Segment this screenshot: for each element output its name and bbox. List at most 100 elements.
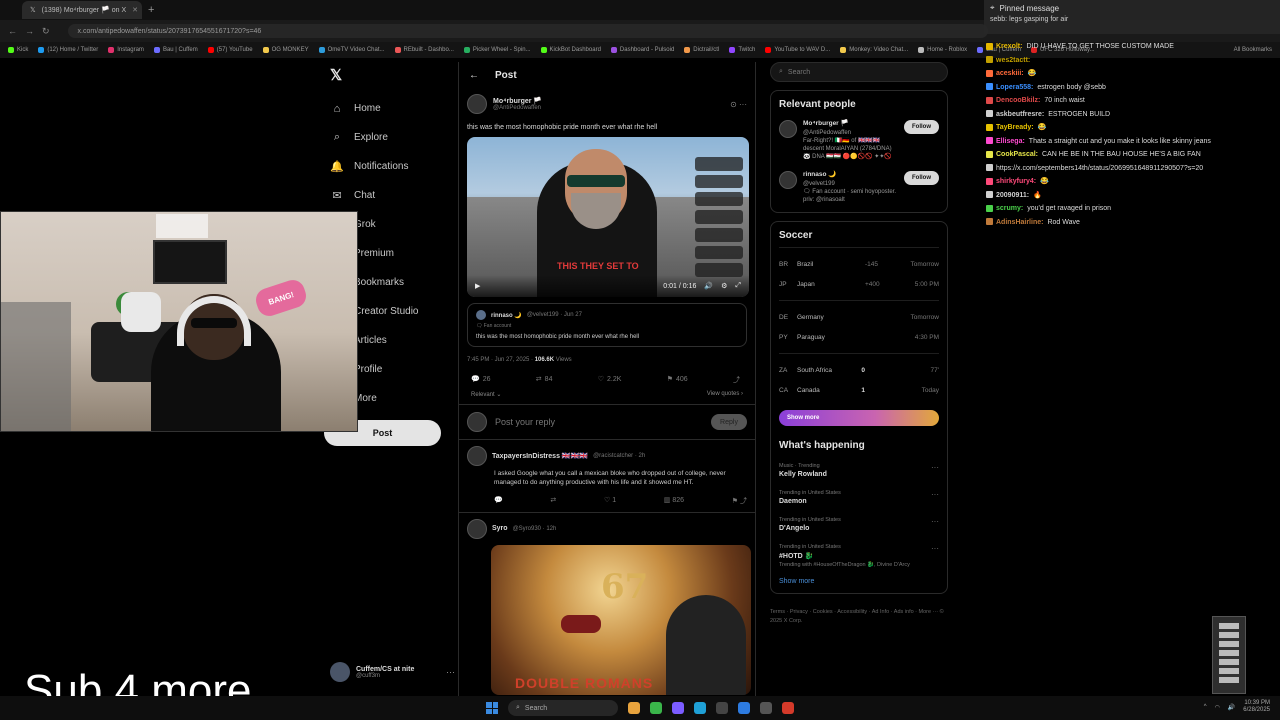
reply-action-button[interactable]: ♡ 1: [604, 496, 616, 506]
avatar[interactable]: [779, 120, 797, 138]
trend-item[interactable]: Trending in United States #HOTD 🐉 Trending…: [779, 544, 939, 568]
show-more-link[interactable]: Show more: [779, 578, 939, 585]
settings-icon[interactable]: ⚙: [721, 282, 727, 290]
bookmark-item[interactable]: Picker Wheel - Spin...: [463, 47, 531, 53]
reply-tweet[interactable]: TaxpayersInDistress 🇬🇧🇬🇧🇬🇧 @racistcatche…: [459, 440, 755, 513]
quoted-tweet[interactable]: rinnaso 🌙 @velvet199 · Jun 27 🗨 Fan acco…: [467, 303, 747, 347]
close-icon[interactable]: ✕: [132, 6, 138, 14]
new-tab-button[interactable]: +: [148, 4, 154, 16]
reply-author[interactable]: Syro: [492, 525, 508, 532]
reply-author[interactable]: TaxpayersInDistress 🇬🇧🇬🇧🇬🇧: [492, 452, 588, 460]
play-icon[interactable]: ▶: [475, 282, 480, 290]
obs-icon[interactable]: [782, 702, 794, 714]
reply-action-button[interactable]: ▥ 826: [664, 496, 684, 506]
person-handle[interactable]: @velvet199: [803, 180, 898, 188]
bookmark-item[interactable]: Instagram: [108, 47, 144, 53]
wifi-icon[interactable]: ◠: [1215, 704, 1220, 711]
discord-icon[interactable]: [672, 702, 684, 714]
bookmark-item[interactable]: Dictrail/ctl: [684, 47, 719, 53]
repost-button[interactable]: ⇄ 84: [536, 375, 553, 385]
video-player[interactable]: THIS THEY SET TO ▶ 0:01 / 0:16 🔊 ⚙ ⤢: [467, 137, 749, 297]
chat-username[interactable]: DencooBkilz:: [996, 97, 1040, 104]
chat-username[interactable]: 20090911:: [996, 192, 1029, 199]
chat-username[interactable]: AdinsHairline:: [996, 219, 1043, 226]
back-arrow-icon[interactable]: ←: [469, 70, 479, 81]
trend-item[interactable]: Trending in United States Daemon ···: [779, 490, 939, 505]
reply-handle[interactable]: @Syro930 · 12h: [513, 526, 557, 532]
more-dots-icon[interactable]: ···: [931, 544, 939, 568]
bookmark-item[interactable]: OG MONKEY: [262, 47, 309, 53]
author-handle[interactable]: @AntiPedowaffen: [493, 105, 542, 111]
footer-links[interactable]: Terms · Privacy · Cookies · Accessibilit…: [770, 608, 948, 626]
more-dots-icon[interactable]: ⊙ ···: [730, 100, 747, 109]
chat-username[interactable]: Krexolt:: [996, 43, 1022, 50]
avatar[interactable]: [779, 171, 797, 190]
clock[interactable]: 10:39 PM 6/28/2025: [1243, 700, 1270, 714]
bookmark-item[interactable]: Kick: [8, 47, 28, 53]
trend-item[interactable]: Trending in United States D'Angelo ···: [779, 517, 939, 532]
nav-item-notifications[interactable]: 🔔 Notifications: [330, 152, 460, 181]
windows-start-icon[interactable]: [486, 702, 498, 714]
bookmark-item[interactable]: Dashboard - Pulsoid: [610, 47, 674, 53]
app-icon[interactable]: [738, 702, 750, 714]
bookmark-item[interactable]: (57) YouTube: [207, 47, 253, 53]
person-handle[interactable]: @AntiPedowaffen: [803, 129, 898, 137]
sort-replies-dropdown[interactable]: Relevant ⌄: [471, 391, 501, 398]
chat-username[interactable]: shirkyfury4:: [996, 178, 1036, 185]
person-name[interactable]: Mo⁴rburger 🏳️: [803, 120, 898, 129]
back-arrow-icon[interactable]: ←: [8, 26, 17, 36]
search-input[interactable]: ⌕ Search: [770, 62, 948, 82]
settings-icon[interactable]: [760, 702, 772, 714]
tweet-image[interactable]: 67 DOUBLE ROMANS: [491, 544, 751, 695]
account-switcher[interactable]: Cuffem/CS at nite @cuff3m ···: [330, 662, 455, 682]
reply-action-button[interactable]: ⚑ ⤴: [732, 496, 747, 506]
x-logo-icon[interactable]: 𝕏: [330, 66, 342, 84]
volume-icon[interactable]: 🔊: [1228, 704, 1235, 711]
url-field[interactable]: x.com/antipedowaffen/status/207391765455…: [67, 24, 988, 38]
author-name[interactable]: Mo⁴rburger 🏳️: [493, 97, 542, 105]
bookmark-item[interactable]: REbuilt - Dashbo...: [394, 47, 454, 53]
follow-button[interactable]: Follow: [904, 120, 939, 134]
reload-icon[interactable]: ↻: [42, 26, 50, 37]
reply-button[interactable]: Reply: [711, 414, 747, 430]
chat-username[interactable]: Ellisega:: [996, 138, 1025, 145]
match-item[interactable]: DE Germany Tomorrow PY Paraguay 4:30 PM: [779, 300, 939, 347]
reply-handle[interactable]: @racistcatcher · 2h: [593, 453, 645, 459]
taskbar-search[interactable]: ⌕ Search: [508, 700, 618, 716]
bookmark-item[interactable]: KickBot Dashboard: [540, 47, 601, 53]
nav-item-chat[interactable]: ✉ Chat: [330, 181, 460, 210]
view-quotes-link[interactable]: View quotes ›: [707, 391, 743, 398]
more-dots-icon[interactable]: ···: [931, 490, 939, 505]
volume-icon[interactable]: 🔊: [704, 282, 713, 290]
bookmark-item[interactable]: (12) Home / Twitter: [38, 47, 98, 53]
bookmark-item[interactable]: OmeTV Video Chat...: [318, 47, 385, 53]
match-item[interactable]: ZA South Africa 0 77' CA Canada 1 Today: [779, 353, 939, 400]
person-name[interactable]: rinnaso 🌙: [803, 171, 898, 180]
tweet-timestamp[interactable]: 7:45 PM · Jun 27, 2025 ·: [467, 357, 533, 363]
chat-username[interactable]: scrumy:: [996, 205, 1023, 212]
bookmark-item[interactable]: Home - Roblox: [918, 47, 967, 53]
app-icon[interactable]: [694, 702, 706, 714]
app-icon[interactable]: [716, 702, 728, 714]
file-explorer-icon[interactable]: [628, 702, 640, 714]
chat-username[interactable]: Lopera558:: [996, 84, 1033, 91]
chat-username[interactable]: TayBready:: [996, 124, 1034, 131]
reply-tweet[interactable]: Syro @Syro930 · 12h 67 DOUBLE ROMANS: [459, 513, 755, 701]
avatar[interactable]: [467, 94, 487, 114]
show-more-button[interactable]: Show more: [779, 410, 939, 427]
chat-username[interactable]: askbeutfresre:: [996, 111, 1044, 118]
reply-input[interactable]: Post your reply: [495, 417, 555, 427]
browser-tab[interactable]: 𝕏 (1398) Mo⁴rburger 🏳️ on X ✕: [22, 1, 142, 19]
trend-item[interactable]: Music · Trending Kelly Rowland ···: [779, 463, 939, 478]
more-dots-icon[interactable]: ···: [446, 667, 455, 677]
reply-action-button[interactable]: 💬: [494, 496, 503, 506]
forward-arrow-icon[interactable]: →: [25, 26, 34, 36]
avatar[interactable]: [467, 446, 487, 466]
chat-username[interactable]: wes2tactt:: [996, 57, 1030, 64]
match-item[interactable]: BR Brazil -145 Tomorrow JP Japan +400 5:00 PM: [779, 247, 939, 294]
chrome-icon[interactable]: [650, 702, 662, 714]
like-button[interactable]: ♡ 2.2K: [598, 375, 622, 385]
nav-item-home[interactable]: ⌂ Home: [330, 94, 460, 123]
chat-username[interactable]: CookPascal:: [996, 151, 1038, 158]
reply-action-button[interactable]: ⇄: [550, 496, 556, 506]
